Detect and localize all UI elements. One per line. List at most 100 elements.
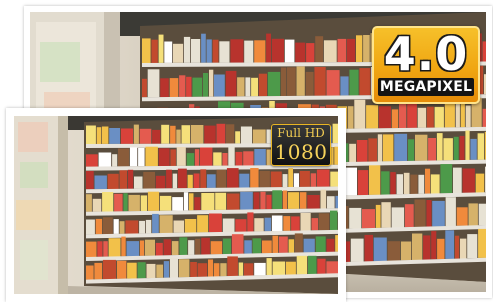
front-shelf-product bbox=[139, 240, 145, 256]
front-shelf-product bbox=[282, 174, 288, 187]
back-shelf-product bbox=[323, 40, 337, 63]
back-shelf-product bbox=[484, 131, 486, 160]
front-shelf-product bbox=[310, 173, 317, 187]
back-shelf-product bbox=[460, 101, 465, 128]
front-shelf-product bbox=[86, 171, 94, 190]
back-shelf-product bbox=[482, 108, 486, 127]
front-shelf-product bbox=[102, 259, 116, 280]
front-shelf-product bbox=[235, 151, 243, 166]
back-shelf-product bbox=[453, 167, 462, 194]
front-shelf-product bbox=[282, 190, 288, 209]
front-shelf-product bbox=[86, 154, 98, 167]
front-shelf-product bbox=[92, 198, 102, 212]
front-shelf-product bbox=[300, 213, 311, 231]
front-shelf-product bbox=[188, 240, 195, 255]
front-shelf-product bbox=[293, 173, 299, 187]
front-shelf-product bbox=[193, 173, 200, 188]
front-shelf-product bbox=[173, 220, 184, 233]
front-shelf-product bbox=[195, 238, 201, 255]
front-shelf-product bbox=[134, 176, 143, 189]
front-shelf-product bbox=[272, 261, 286, 275]
front-shelf-product bbox=[335, 195, 338, 209]
back-shelf-product bbox=[315, 36, 324, 63]
front-shelf-product bbox=[209, 213, 222, 233]
back-shelf-product bbox=[390, 172, 396, 195]
front-shelf-product bbox=[145, 219, 152, 234]
back-shelf-product bbox=[271, 38, 284, 63]
back-shelf-product bbox=[432, 200, 445, 227]
front-shelf-product bbox=[228, 146, 235, 166]
front-shelf-product bbox=[226, 124, 235, 144]
front-shelf-product bbox=[170, 125, 176, 144]
back-shelf-product bbox=[460, 238, 467, 259]
front-shelf-product bbox=[103, 241, 108, 257]
front-shelf-product bbox=[254, 218, 264, 232]
back-shelf-product bbox=[306, 43, 315, 63]
front-shelf-product bbox=[254, 262, 266, 276]
front-shelf-product bbox=[253, 192, 260, 210]
back-shelf-product bbox=[142, 78, 147, 98]
front-shelf-product bbox=[139, 128, 152, 144]
back-shelf-product bbox=[214, 74, 225, 97]
back-shelf-product bbox=[219, 41, 230, 63]
front-shelf-product bbox=[109, 128, 120, 144]
back-shelf-product bbox=[158, 34, 164, 63]
front-shelf-product bbox=[201, 193, 215, 211]
front-shelf-product bbox=[247, 212, 254, 232]
front-shelf-product bbox=[262, 240, 272, 254]
back-shelf-product bbox=[142, 38, 151, 63]
back-shelf-product bbox=[485, 166, 486, 193]
front-shelf-product bbox=[138, 147, 145, 167]
front-shelf-product bbox=[107, 173, 119, 189]
front-shelf-product bbox=[238, 262, 244, 276]
back-shelf-product bbox=[368, 138, 377, 162]
front-shelf-product bbox=[213, 152, 222, 166]
front-shelf-product bbox=[102, 192, 114, 212]
back-shelf-product bbox=[173, 43, 184, 63]
back-shelf-product bbox=[391, 109, 399, 129]
back-shelf-product bbox=[391, 207, 405, 228]
back-shelf-product bbox=[340, 76, 349, 96]
front-shelf-product bbox=[288, 192, 300, 209]
front-shelf-product bbox=[86, 219, 95, 235]
front-shelf-product bbox=[335, 235, 338, 252]
front-shelf-product bbox=[179, 237, 188, 255]
full-hd-badge: Full HD 1080 bbox=[271, 124, 331, 166]
front-shelf-product bbox=[169, 257, 179, 278]
back-shelf-product bbox=[434, 106, 444, 128]
front-shelf-product bbox=[288, 239, 295, 253]
back-shelf-product bbox=[237, 77, 245, 97]
back-shelf-product bbox=[425, 168, 431, 194]
back-shelf-product bbox=[387, 241, 400, 261]
front-shelf-product bbox=[140, 195, 148, 211]
front-shelf-product bbox=[316, 169, 330, 187]
front-shelf-product bbox=[128, 194, 140, 212]
back-shelf-product bbox=[349, 69, 359, 96]
back-shelf-product bbox=[296, 66, 305, 96]
back-shelf-product bbox=[350, 238, 364, 262]
front-shelf-product bbox=[145, 146, 158, 167]
back-shelf-product bbox=[267, 71, 281, 97]
back-shelf-product bbox=[245, 77, 251, 97]
front-shelf-product bbox=[210, 241, 223, 255]
front-shelf-product bbox=[163, 239, 172, 256]
front-shelf-product bbox=[116, 260, 127, 279]
front-shelf-product bbox=[181, 125, 190, 144]
back-shelf-product bbox=[375, 204, 381, 228]
front-shelf-product bbox=[222, 153, 228, 166]
front-shelf-product bbox=[200, 169, 207, 188]
front-shelf-product bbox=[172, 173, 178, 189]
front-shelf-product bbox=[86, 125, 96, 144]
front-shelf-product bbox=[112, 154, 118, 167]
back-shelf-product bbox=[147, 69, 160, 98]
front-shelf-product bbox=[98, 152, 112, 167]
back-shelf-product bbox=[258, 73, 267, 97]
front-shelf-product bbox=[171, 241, 179, 256]
back-shelf-product bbox=[477, 133, 484, 160]
front-shelf-product bbox=[126, 241, 140, 257]
front-shelf-product bbox=[119, 221, 125, 234]
front-shelf-product bbox=[252, 129, 266, 144]
front-shelf-product bbox=[332, 123, 338, 144]
front-shelf-product bbox=[119, 170, 127, 189]
front-shelf-product bbox=[161, 124, 170, 144]
